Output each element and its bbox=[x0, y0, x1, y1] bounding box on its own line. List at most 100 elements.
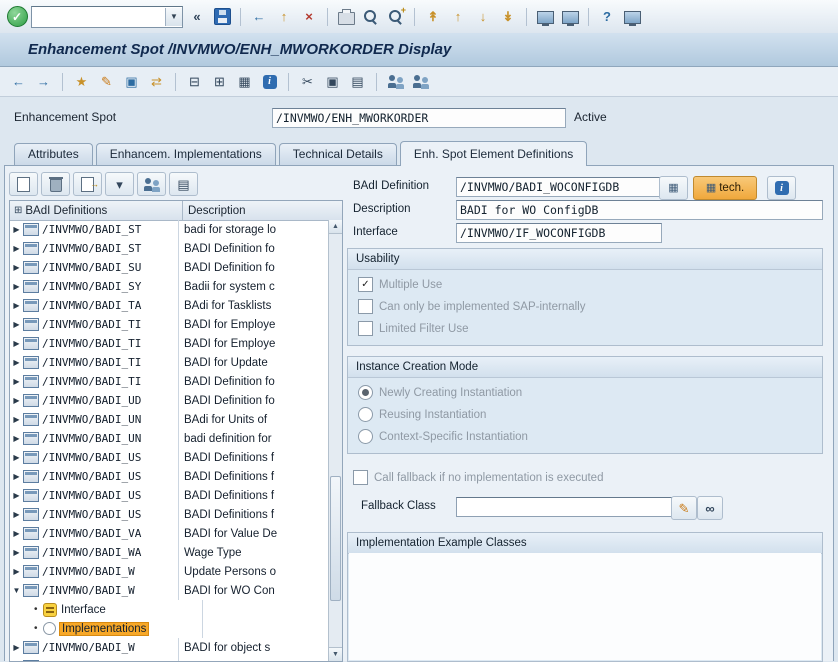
command-dropdown-icon[interactable]: ▼ bbox=[165, 8, 182, 26]
tree-row[interactable]: ▶/INVMWO/BADI_TIBADI Definition fo bbox=[10, 372, 329, 391]
nav-forward-button[interactable]: → bbox=[33, 71, 54, 92]
expander-icon[interactable]: ▶ bbox=[10, 282, 23, 291]
expander-icon[interactable]: ▶ bbox=[10, 510, 23, 519]
tree-row[interactable]: ▶/INVMWO/BADI_VABADI for Value De bbox=[10, 524, 329, 543]
tree-row[interactable]: ▶/INVMWO/BADI_USBADI Definitions f bbox=[10, 505, 329, 524]
tab-enhancem-implementations[interactable]: Enhancem. Implementations bbox=[96, 143, 276, 165]
tree-row[interactable]: ▶/INVMWO/BADI_STBADI Definition fo bbox=[10, 239, 329, 258]
expander-icon[interactable]: ▶ bbox=[10, 396, 23, 405]
where-used-button[interactable] bbox=[385, 71, 406, 92]
cancel-button[interactable]: × bbox=[298, 6, 320, 28]
new-session-button[interactable] bbox=[534, 6, 556, 28]
save-button[interactable] bbox=[211, 6, 233, 28]
command-input[interactable] bbox=[32, 9, 165, 25]
tree-row[interactable]: ▶/INVMWO/BADI_SUBADI Definition fo bbox=[10, 258, 329, 277]
tree-create-button[interactable] bbox=[9, 172, 38, 196]
other-object-button[interactable]: ★ bbox=[71, 71, 92, 92]
expander-icon[interactable]: ▶ bbox=[10, 548, 23, 557]
tree-row[interactable]: ▶/INVMWO/BADI_WUpdate Persons o bbox=[10, 562, 329, 581]
tree-filter-button[interactable]: ▤ bbox=[169, 172, 198, 196]
scroll-thumb[interactable] bbox=[330, 476, 341, 601]
last-page-button[interactable]: ↡ bbox=[497, 6, 519, 28]
tree-row[interactable]: ▶/INVMWO/BADI_USBADI Definitions f bbox=[10, 448, 329, 467]
customize-layout-button[interactable] bbox=[621, 6, 643, 28]
component-view-button[interactable]: ▦ bbox=[659, 176, 688, 200]
badi-definition-field[interactable]: /INVMWO/BADI_WOCONFIGDB bbox=[456, 177, 662, 197]
checkbox-icon[interactable]: ✓ bbox=[358, 277, 373, 292]
tree-row[interactable]: ▶/INVMWO/BADI_STbadi for storage lo bbox=[10, 220, 329, 239]
expander-icon[interactable]: ▶ bbox=[10, 567, 23, 576]
fallback-edit-button[interactable]: ✎ bbox=[671, 496, 697, 520]
expander-icon[interactable]: ▶ bbox=[10, 320, 23, 329]
tree-row[interactable]: ▶/INVMWO/BADI_UNbadi definition for bbox=[10, 429, 329, 448]
expander-icon[interactable]: ▼ bbox=[10, 586, 23, 595]
first-page-button[interactable]: ↟ bbox=[422, 6, 444, 28]
previous-page-button[interactable]: ↑ bbox=[447, 6, 469, 28]
scroll-up-icon[interactable]: ▲ bbox=[329, 220, 342, 234]
checkbox-limited-filter-use[interactable]: Limited Filter Use bbox=[358, 321, 822, 336]
scroll-down-icon[interactable]: ▼ bbox=[329, 647, 342, 661]
info-button[interactable]: i bbox=[259, 71, 280, 92]
radio-icon[interactable] bbox=[358, 385, 373, 400]
radio-icon[interactable] bbox=[358, 407, 373, 422]
expander-icon[interactable]: ▶ bbox=[10, 415, 23, 424]
checkbox-icon[interactable] bbox=[358, 299, 373, 314]
checkbox-can-only-be-implemented-sap-internally[interactable]: Can only be implemented SAP-internally bbox=[358, 299, 822, 314]
tree-row[interactable]: •Interface bbox=[10, 600, 329, 619]
tech-button[interactable]: ▦tech. bbox=[693, 176, 757, 200]
fallback-checkbox-row[interactable]: Call fallback if no implementation is ex… bbox=[353, 470, 603, 485]
tree-row[interactable]: ▶/INVMWO/BADI_TIBADI for Employe bbox=[10, 315, 329, 334]
expander-icon[interactable]: ▶ bbox=[10, 529, 23, 538]
hierarchy-expand-button[interactable]: ⊞ bbox=[209, 71, 230, 92]
copy-object-button[interactable]: ▣ bbox=[121, 71, 142, 92]
paste-button[interactable]: ▤ bbox=[347, 71, 368, 92]
fallback-class-input[interactable] bbox=[456, 497, 672, 517]
fallback-display-button[interactable]: ∞ bbox=[697, 496, 723, 520]
find-button[interactable] bbox=[360, 6, 382, 28]
back-button[interactable]: ← bbox=[248, 6, 270, 28]
radio-context-specific-instantiation[interactable]: Context-Specific Instantiation bbox=[358, 429, 822, 444]
print-button[interactable] bbox=[335, 6, 357, 28]
tree-delete-button[interactable] bbox=[41, 172, 70, 196]
expander-icon[interactable]: ▶ bbox=[10, 339, 23, 348]
tree-copy-button[interactable] bbox=[73, 172, 102, 196]
exit-button[interactable]: ↑ bbox=[273, 6, 295, 28]
expander-icon[interactable]: ▶ bbox=[10, 263, 23, 272]
expander-icon[interactable]: ▶ bbox=[10, 491, 23, 500]
checkbox-icon[interactable] bbox=[358, 321, 373, 336]
table-view-button[interactable]: ▦ bbox=[234, 71, 255, 92]
expander-icon[interactable]: ▶ bbox=[10, 301, 23, 310]
tree-row[interactable]: ▶/INVMWO/BADI_TIBADI for Update bbox=[10, 353, 329, 372]
tab-enh-spot-element-definitions[interactable]: Enh. Spot Element Definitions bbox=[400, 141, 587, 166]
expander-icon[interactable]: ▶ bbox=[10, 225, 23, 234]
fallback-checkbox-icon[interactable] bbox=[353, 470, 368, 485]
tree-sort-button[interactable]: ▾ bbox=[105, 172, 134, 196]
tab-technical-details[interactable]: Technical Details bbox=[279, 143, 397, 165]
tree-row[interactable]: ▶/INVMWO/BADI_UDBADI Definition fo bbox=[10, 391, 329, 410]
expander-icon[interactable]: ▶ bbox=[10, 244, 23, 253]
next-page-button[interactable]: ↓ bbox=[472, 6, 494, 28]
find-next-button[interactable]: + bbox=[385, 6, 407, 28]
display-users-button[interactable] bbox=[410, 71, 431, 92]
transport-button[interactable]: ⇄ bbox=[146, 71, 167, 92]
help-button[interactable]: ? bbox=[596, 6, 618, 28]
expander-icon[interactable]: ▶ bbox=[10, 643, 23, 652]
tree-row[interactable]: ▶/INVMWO/BADI_USBADI Definitions f bbox=[10, 467, 329, 486]
checkbox-multiple-use[interactable]: ✓Multiple Use bbox=[358, 277, 822, 292]
radio-newly-creating-instantiation[interactable]: Newly Creating Instantiation bbox=[358, 385, 822, 400]
tree-row[interactable]: ▶/INVMWO/BADI_SYBadii for system c bbox=[10, 277, 329, 296]
tree-row[interactable]: •Implementations bbox=[10, 619, 329, 638]
expander-icon[interactable]: ▶ bbox=[10, 453, 23, 462]
nav-back-button[interactable]: ← bbox=[8, 71, 29, 92]
collapse-command-icon[interactable]: « bbox=[186, 6, 208, 28]
radio-icon[interactable] bbox=[358, 429, 373, 444]
expander-icon[interactable]: ▶ bbox=[10, 358, 23, 367]
display-change-button[interactable]: ✎ bbox=[96, 71, 117, 92]
tree-scrollbar[interactable]: ▲ ▼ bbox=[328, 220, 342, 661]
badi-info-button[interactable]: i bbox=[767, 176, 796, 200]
enhancement-spot-field[interactable]: /INVMWO/ENH_MWORKORDER bbox=[272, 108, 566, 128]
tree-row[interactable]: ▼/INVMWO/BADI_WBADI for WO Con bbox=[10, 581, 329, 600]
tree-row[interactable]: ▶/INVMWO/BADI_TABAdi for Tasklists bbox=[10, 296, 329, 315]
tree-row[interactable]: ▶/INVMWO/BADI_WAWage Type bbox=[10, 543, 329, 562]
tree-row[interactable]: ▶/INVMWO/BADI_TIBADI for Employe bbox=[10, 334, 329, 353]
